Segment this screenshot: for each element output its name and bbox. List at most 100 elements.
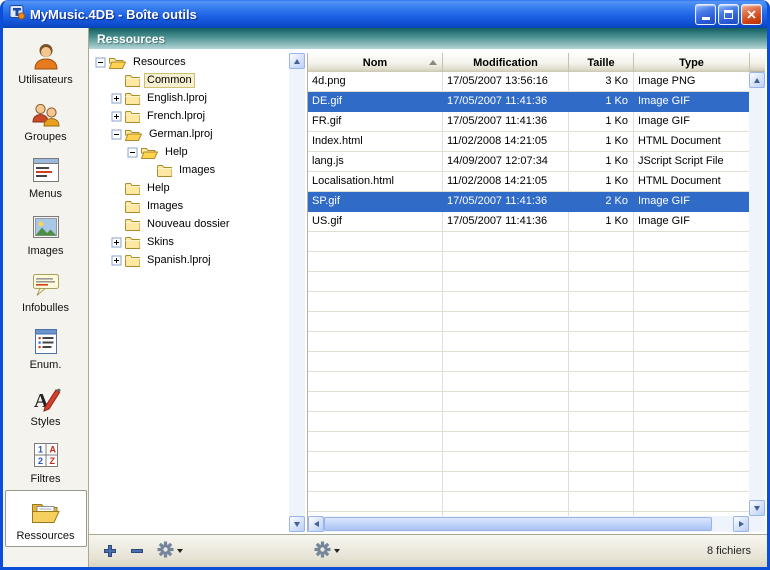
options-menu-button[interactable]	[314, 541, 340, 561]
svg-text:2: 2	[38, 456, 43, 466]
sidebar-item-label: Groupes	[24, 131, 66, 143]
maximize-button[interactable]	[718, 4, 739, 25]
tree-item-label: English.lproj	[144, 91, 210, 106]
tree-item[interactable]: Images	[91, 197, 289, 215]
file-row[interactable]: SP.gif17/05/2007 11:41:362 KoImage GIF	[308, 192, 749, 212]
folder-icon	[125, 182, 140, 195]
close-icon	[747, 10, 756, 19]
file-row[interactable]: Localisation.html11/02/2008 14:21:051 Ko…	[308, 172, 749, 192]
file-row[interactable]: 4d.png17/05/2007 13:56:163 KoImage PNG	[308, 72, 749, 92]
file-row[interactable]: US.gif17/05/2007 11:41:361 KoImage GIF	[308, 212, 749, 232]
file-row[interactable]: DE.gif17/05/2007 11:41:361 KoImage GIF	[308, 92, 749, 112]
sidebar-item-styles[interactable]: AStyles	[5, 376, 87, 433]
remove-button[interactable]	[130, 544, 144, 558]
scrollbar-track[interactable]	[289, 69, 305, 516]
column-header-type[interactable]: Type	[634, 53, 750, 72]
app-window: MyMusic.4DB - Boîte outils UtilisateursG…	[0, 0, 770, 570]
list-pad-icon	[33, 325, 59, 357]
sidebar-item-label: Infobulles	[22, 302, 69, 314]
file-name: DE.gif	[308, 92, 443, 112]
tree-item[interactable]: Spanish.lproj	[91, 251, 289, 269]
file-name: Localisation.html	[308, 172, 443, 192]
scroll-up-button[interactable]	[749, 72, 765, 88]
tree-item[interactable]: Skins	[91, 233, 289, 251]
column-header-nom[interactable]: Nom	[308, 53, 443, 72]
scroll-left-button[interactable]	[308, 516, 324, 532]
sidebar-item-label: Ressources	[16, 530, 74, 542]
tree-item[interactable]: German.lproj	[91, 125, 289, 143]
folder-icon	[125, 200, 140, 213]
sidebar-item-label: Enum.	[30, 359, 62, 371]
file-modified: 17/05/2007 11:41:36	[443, 112, 569, 132]
add-button[interactable]	[103, 544, 117, 558]
collapse-minus-icon[interactable]	[127, 147, 138, 158]
tree-vertical-scrollbar[interactable]	[289, 53, 305, 532]
table-vertical-scrollbar[interactable]	[749, 72, 765, 516]
file-size: 3 Ko	[569, 72, 634, 92]
file-modified: 17/05/2007 13:56:16	[443, 72, 569, 92]
folder-icon	[125, 92, 140, 105]
collapse-minus-icon[interactable]	[111, 129, 122, 140]
collapse-minus-icon[interactable]	[95, 57, 106, 68]
tree-item[interactable]: Resources	[91, 53, 289, 71]
sidebar-item-infobulles[interactable]: Infobulles	[5, 262, 87, 319]
dropdown-arrow-icon	[334, 549, 340, 553]
tree-item[interactable]: Images	[91, 161, 289, 179]
tree-item[interactable]: French.lproj	[91, 107, 289, 125]
scroll-right-button[interactable]	[733, 516, 749, 532]
file-type: Image GIF	[634, 212, 749, 232]
tree-item[interactable]: Nouveau dossier	[91, 215, 289, 233]
tree-item[interactable]: Help	[91, 179, 289, 197]
scrollbar-thumb[interactable]	[324, 517, 712, 531]
sidebar-item-utilisateurs[interactable]: Utilisateurs	[5, 34, 87, 91]
expander-spacer	[111, 75, 122, 86]
tree-item[interactable]: Common	[91, 71, 289, 89]
file-name: lang.js	[308, 152, 443, 172]
sort-ascending-icon	[429, 60, 437, 65]
file-size: 1 Ko	[569, 92, 634, 112]
expander-spacer	[111, 183, 122, 194]
column-header-modification[interactable]: Modification	[443, 53, 569, 72]
bottom-toolbar: 8 fichiers	[89, 534, 767, 567]
sidebar-item-label: Styles	[31, 416, 61, 428]
arrow-left-icon	[314, 521, 319, 527]
file-type: Image GIF	[634, 92, 749, 112]
minimize-button[interactable]	[695, 4, 716, 25]
scrollbar-track[interactable]	[749, 88, 765, 500]
scrollbar-track[interactable]	[712, 516, 733, 532]
file-type: Image GIF	[634, 112, 749, 132]
tree-item[interactable]: English.lproj	[91, 89, 289, 107]
scroll-down-button[interactable]	[749, 500, 765, 516]
scroll-down-button[interactable]	[289, 516, 305, 532]
sidebar-item-label: Menus	[29, 188, 62, 200]
file-size: 1 Ko	[569, 112, 634, 132]
sidebar-item-filtres[interactable]: 1A2ZFiltres	[5, 433, 87, 490]
close-button[interactable]	[741, 4, 762, 25]
folder-tree-panel: ResourcesCommon English.lprojFrench.lproj…	[91, 53, 305, 532]
column-header-taille[interactable]: Taille	[569, 53, 634, 72]
expand-plus-icon[interactable]	[111, 237, 122, 248]
file-modified: 17/05/2007 11:41:36	[443, 212, 569, 232]
expand-plus-icon[interactable]	[111, 93, 122, 104]
sidebar-item-groupes[interactable]: Groupes	[5, 91, 87, 148]
file-size: 1 Ko	[569, 152, 634, 172]
sidebar-item-ressources[interactable]: Ressources	[5, 490, 87, 547]
sidebar-item-enum[interactable]: Enum.	[5, 319, 87, 376]
tree-item[interactable]: Help	[91, 143, 289, 161]
folder-tree: ResourcesCommon English.lprojFrench.lproj…	[91, 53, 289, 269]
file-row[interactable]: lang.js14/09/2007 12:07:341 KoJScript Sc…	[308, 152, 749, 172]
file-row[interactable]: Index.html11/02/2008 14:21:051 KoHTML Do…	[308, 132, 749, 152]
arrow-up-icon	[294, 59, 300, 64]
expand-plus-icon[interactable]	[111, 255, 122, 266]
scroll-up-button[interactable]	[289, 53, 305, 69]
plus-icon	[103, 544, 117, 558]
expand-plus-icon[interactable]	[111, 111, 122, 122]
expander-spacer	[111, 219, 122, 230]
column-header-label: Nom	[363, 57, 387, 69]
file-row[interactable]: FR.gif17/05/2007 11:41:361 KoImage GIF	[308, 112, 749, 132]
folder-open-icon	[109, 56, 126, 69]
table-horizontal-scrollbar[interactable]	[308, 516, 749, 532]
sidebar-item-menus[interactable]: Menus	[5, 148, 87, 205]
actions-menu-button[interactable]	[157, 541, 183, 561]
sidebar-item-images[interactable]: Images	[5, 205, 87, 262]
